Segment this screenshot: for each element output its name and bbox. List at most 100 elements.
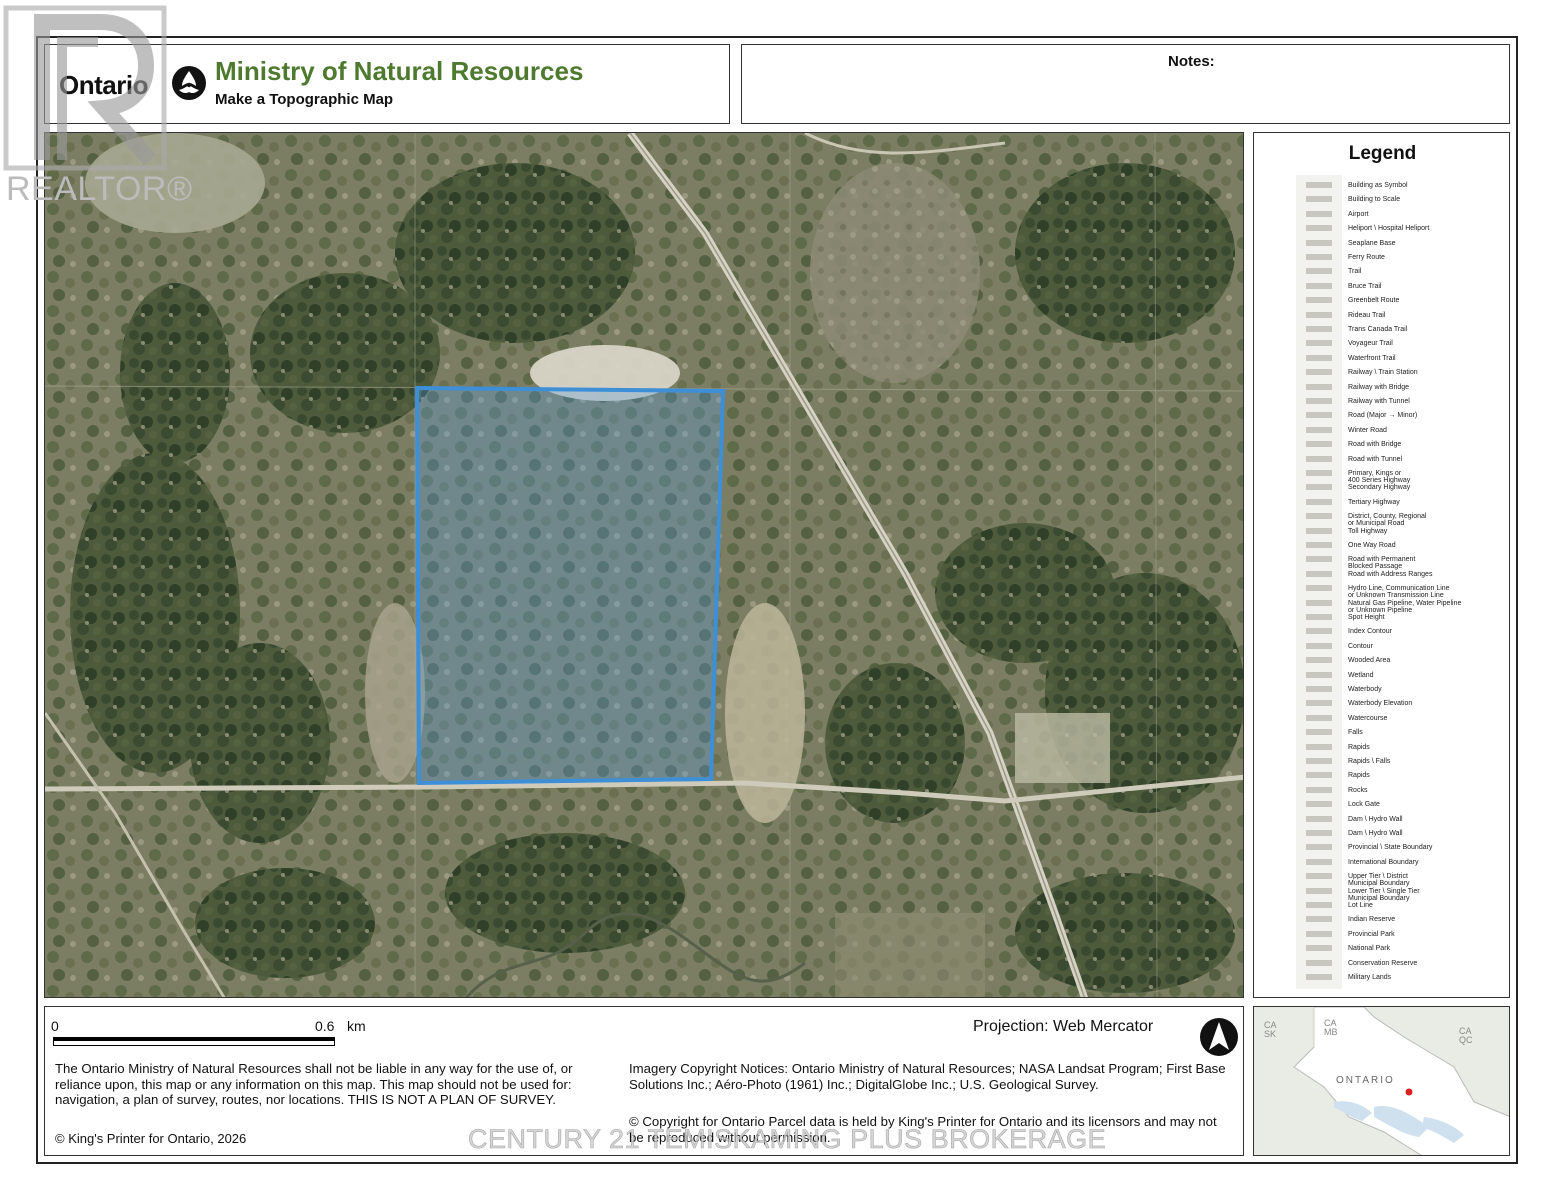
legend-item-label: Index Contour	[1348, 628, 1392, 636]
location-marker-icon	[1405, 1088, 1413, 1096]
legend-item-label: Building as Symbol	[1348, 182, 1408, 189]
legend-item-label: Tertiary Highway	[1348, 498, 1400, 506]
legend-item-label: Waterfront Trail	[1348, 354, 1396, 362]
legend-item-label: Indian Reserve	[1348, 916, 1396, 924]
legend-item-label: Waterbody	[1348, 686, 1382, 693]
map-subtitle: Make a Topographic Map	[215, 91, 394, 108]
legend-symbol	[1306, 786, 1332, 793]
legend-item-label: Road with Address Ranges	[1348, 570, 1433, 578]
legend-item-label: Hydro Line, Communication Line or Unknow…	[1348, 585, 1450, 600]
legend-symbol	[1306, 282, 1332, 289]
legend-symbol	[1306, 455, 1332, 462]
legend-item-label: Rapids	[1348, 743, 1370, 751]
liability-disclaimer: The Ontario Ministry of Natural Resource…	[55, 1061, 573, 1107]
inset-label-sk: CA SK	[1264, 1020, 1277, 1039]
legend-symbol	[1306, 916, 1332, 923]
legend-item-label: Lock Gate	[1348, 801, 1380, 809]
legend-symbol	[1306, 743, 1332, 750]
legend-item-label: District, County, Regional or Municipal …	[1348, 513, 1427, 528]
scale-unit-label: km	[347, 1018, 366, 1034]
legend-item-label: Road (Major → Minor)	[1348, 412, 1418, 420]
north-arrow-icon	[1200, 1018, 1238, 1056]
locator-inset-map[interactable]: CA SK CA MB CA QC ONTARIO	[1253, 1006, 1510, 1156]
legend-item-label: Lower Tier \ Single Tier Municipal Bound…	[1348, 887, 1420, 902]
legend-symbol	[1306, 844, 1332, 851]
legend-symbol	[1306, 758, 1332, 764]
legend-item-label: Dam \ Hydro Wall	[1348, 815, 1403, 823]
legend-item-label: Trans Canada Trail	[1348, 326, 1408, 333]
legend-item-label: Natural Gas Pipeline, Water Pipeline or …	[1348, 599, 1462, 614]
legend-item-label: Upper Tier \ District Municipal Boundary	[1348, 873, 1410, 888]
legend-item-label: Heliport \ Hospital Heliport	[1348, 225, 1430, 233]
legend-symbol	[1306, 815, 1332, 822]
legend-symbol	[1306, 225, 1332, 232]
legend-symbol	[1306, 354, 1332, 361]
legend-item-label: One Way Road	[1348, 542, 1396, 549]
legend-item-label: Road with Permanent Blocked Passage	[1348, 556, 1416, 571]
legend-symbol	[1306, 930, 1332, 937]
legend-item-label: Conservation Reserve	[1348, 959, 1418, 967]
map-imagery	[45, 133, 1243, 997]
legend-symbol	[1306, 585, 1332, 592]
scale-start-label: 0	[51, 1018, 59, 1034]
legend-symbol	[1306, 599, 1332, 606]
legend-symbol	[1306, 239, 1332, 246]
satellite-map[interactable]	[44, 132, 1244, 998]
legend-symbol	[1306, 628, 1332, 635]
legend-symbol	[1306, 542, 1332, 548]
legend-symbol	[1306, 498, 1332, 505]
legend-item-label: Building to Scale	[1348, 196, 1401, 204]
legend-item-label: Railway with Bridge	[1348, 383, 1410, 391]
legend-symbol	[1306, 830, 1332, 836]
legend-symbol	[1306, 527, 1332, 534]
legend-symbol	[1306, 556, 1332, 563]
legend-item-label: Waterbody Elevation	[1348, 700, 1413, 708]
legend-item-label: International Boundary	[1348, 858, 1419, 866]
legend-symbol	[1306, 268, 1332, 275]
legend-symbol	[1306, 426, 1332, 433]
legend-symbol	[1306, 657, 1332, 664]
legend-symbol	[1306, 182, 1332, 188]
legend-item-label: Falls	[1348, 729, 1363, 737]
legend-item-label: Airport	[1348, 210, 1369, 218]
legend-symbol	[1306, 959, 1332, 966]
ministry-title: Ministry of Natural Resources	[215, 56, 584, 86]
legend-item-label: Contour	[1348, 642, 1373, 650]
legend-item-label: Winter Road	[1348, 426, 1387, 434]
legend-symbol	[1306, 974, 1332, 980]
legend-symbol	[1306, 772, 1332, 779]
legend-symbol	[1306, 873, 1332, 880]
legend-item-label: Provincial \ State Boundary	[1348, 844, 1433, 852]
legend-symbol	[1306, 714, 1332, 721]
legend-item-label: Lot Line	[1348, 902, 1373, 909]
legend-symbol	[1306, 383, 1332, 390]
legend-symbol	[1306, 858, 1332, 865]
legend-symbol	[1306, 513, 1332, 520]
legend-item-label: Rapids	[1348, 772, 1370, 780]
legend-symbol	[1306, 801, 1332, 808]
legend-symbol	[1306, 671, 1332, 678]
legend-item-label: Provincial Park	[1348, 930, 1395, 938]
legend-symbol	[1306, 945, 1332, 952]
legend-symbol	[1306, 196, 1332, 203]
legend-item-label: Railway \ Train Station	[1348, 369, 1418, 377]
legend-item-label: Spot Height	[1348, 614, 1385, 621]
brokerage-watermark: CENTURY 21 TEMISKAMING PLUS BROKERAGE	[468, 1124, 1107, 1155]
legend-item-label: Secondary Highway	[1348, 484, 1411, 492]
legend-item-label: Wooded Area	[1348, 657, 1391, 665]
imagery-copyright-notice: Imagery Copyright Notices: Ontario Minis…	[629, 1061, 1226, 1092]
legend-item-label: Wetland	[1348, 671, 1374, 679]
legend-symbol	[1306, 369, 1332, 376]
scale-bar	[53, 1037, 335, 1046]
legend-symbol	[1306, 686, 1332, 692]
legend-symbol	[1306, 210, 1332, 217]
scale-end-label: 0.6	[315, 1018, 335, 1034]
legend-symbol	[1306, 570, 1332, 577]
legend-symbol	[1306, 340, 1332, 347]
legend-panel: Legend Building as Symbol Building to Sca…	[1253, 132, 1510, 998]
legend-item-label: Military Lands	[1348, 974, 1392, 981]
legend-item-label: Ferry Route	[1348, 254, 1385, 261]
legend-symbol	[1306, 614, 1332, 620]
legend-symbol	[1306, 412, 1332, 419]
legend-item-label: Rideau Trail	[1348, 311, 1386, 319]
